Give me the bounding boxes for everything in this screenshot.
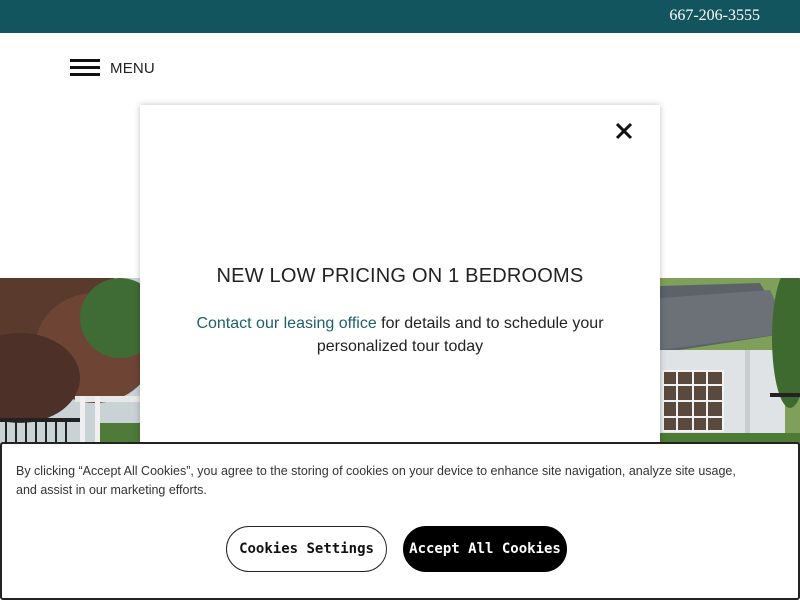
top-bar: 667-206-3555 — [0, 0, 800, 33]
contact-leasing-link[interactable]: Contact our leasing office — [196, 315, 376, 332]
menu-button[interactable]: MENU — [70, 57, 155, 79]
modal-title: NEW LOW PRICING ON 1 BEDROOMS — [216, 265, 584, 287]
cookie-banner: By clicking “Accept All Cookies”, you ag… — [0, 442, 800, 600]
modal-body: Contact our leasing office for details a… — [180, 312, 620, 358]
menu-label: MENU — [110, 59, 155, 77]
accept-all-cookies-button[interactable]: Accept All Cookies — [403, 526, 567, 572]
close-icon[interactable] — [612, 119, 636, 143]
cookies-settings-button[interactable]: Cookies Settings — [226, 526, 387, 572]
promo-modal: NEW LOW PRICING ON 1 BEDROOMS Contact ou… — [140, 105, 660, 450]
phone-link[interactable]: 667-206-3555 — [669, 7, 760, 25]
cookie-text: By clicking “Accept All Cookies”, you ag… — [16, 464, 736, 497]
hamburger-icon — [70, 58, 100, 78]
